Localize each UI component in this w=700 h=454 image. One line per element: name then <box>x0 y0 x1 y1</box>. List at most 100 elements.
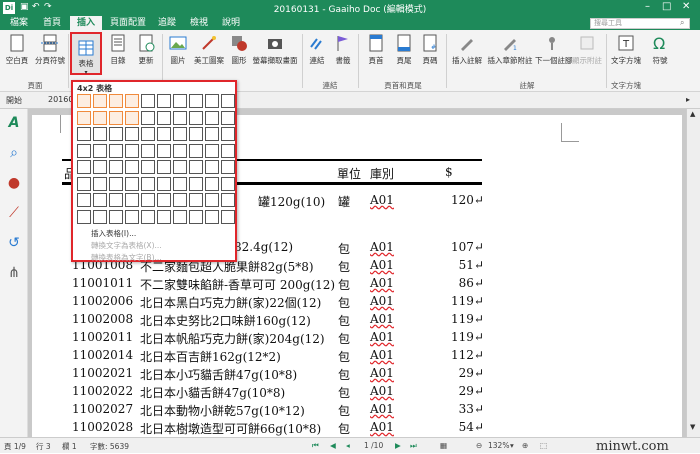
grid-cell[interactable] <box>173 193 187 207</box>
tab-track[interactable]: 追蹤 <box>153 16 181 30</box>
tab-insert[interactable]: 插入 <box>70 16 102 30</box>
grid-cell[interactable] <box>77 94 91 108</box>
grid-cell[interactable] <box>173 94 187 108</box>
start-tab[interactable]: 開始 <box>6 95 22 106</box>
grid-cell[interactable] <box>109 176 123 191</box>
grid-cell[interactable] <box>221 209 235 224</box>
grid-cell[interactable] <box>77 209 91 224</box>
grid-cell[interactable] <box>189 209 203 224</box>
maximize-icon[interactable]: □ <box>662 1 671 12</box>
search-icon[interactable]: ⌕ <box>680 18 684 28</box>
history-tool-icon[interactable]: ↺ <box>5 235 23 253</box>
grid-cell[interactable] <box>221 110 235 125</box>
text-tool-icon[interactable]: A <box>5 115 23 133</box>
scroll-down-icon[interactable]: ▼ <box>690 423 695 431</box>
grid-cell[interactable] <box>157 143 171 158</box>
screenshot-button[interactable]: 螢幕擷取畫面 <box>252 33 298 66</box>
tab-help[interactable]: 說明 <box>217 16 245 30</box>
grid-cell[interactable] <box>173 209 187 224</box>
grid-cell[interactable] <box>109 160 123 174</box>
last-page-icon[interactable]: ⏭ <box>410 441 417 451</box>
grid-cell[interactable] <box>157 176 171 191</box>
grid-cell[interactable] <box>173 127 187 141</box>
grid-cell[interactable] <box>109 94 123 108</box>
insert-endnote-button[interactable]: 1 插入章節附註 <box>487 33 533 66</box>
page-nav-input[interactable]: 1 /10 <box>364 441 383 450</box>
grid-cell[interactable] <box>157 209 171 224</box>
grid-cell[interactable] <box>205 110 219 125</box>
grid-cell[interactable] <box>109 209 123 224</box>
grid-cell[interactable] <box>205 193 219 207</box>
grid-cell[interactable] <box>221 143 235 158</box>
scroll-up-icon[interactable]: ▲ <box>690 110 695 118</box>
toc-button[interactable]: 目錄 <box>106 33 130 66</box>
grid-cell[interactable] <box>189 160 203 174</box>
grid-cell[interactable] <box>221 160 235 174</box>
grid-cell[interactable] <box>221 193 235 207</box>
grid-cell[interactable] <box>141 110 155 125</box>
minimize-icon[interactable]: – <box>645 1 650 12</box>
zoom-out-icon[interactable]: ⊖ <box>476 441 482 450</box>
grid-cell[interactable] <box>125 209 139 224</box>
tab-view[interactable]: 檢視 <box>185 16 213 30</box>
grid-cell[interactable] <box>141 176 155 191</box>
grid-cell[interactable] <box>205 176 219 191</box>
grid-cell[interactable] <box>125 193 139 207</box>
symbol-button[interactable]: Ω 符號 <box>648 33 672 66</box>
zoom-dropdown-icon[interactable]: ▾ <box>510 441 514 450</box>
clipart-button[interactable]: 美工圖案 <box>194 33 224 66</box>
grid-cell[interactable] <box>125 143 139 158</box>
grid-cell[interactable] <box>141 209 155 224</box>
grid-cell[interactable] <box>125 160 139 174</box>
grid-cell[interactable] <box>93 193 107 207</box>
grid-cell[interactable] <box>173 110 187 125</box>
grid-cell[interactable] <box>173 160 187 174</box>
grid-cell[interactable] <box>205 94 219 108</box>
next-footnote-button[interactable]: 下一個註腳 <box>535 33 573 66</box>
insert-comment-button[interactable]: 插入註解 <box>450 33 484 66</box>
grid-cell[interactable] <box>205 160 219 174</box>
grid-cell[interactable] <box>157 94 171 108</box>
picture-button[interactable]: 圖片 <box>166 33 190 66</box>
tab-layout[interactable]: 頁面配置 <box>106 16 150 30</box>
zoom-tool-icon[interactable]: ⌕ <box>5 145 23 163</box>
grid-cell[interactable] <box>125 94 139 108</box>
grid-cell[interactable] <box>141 143 155 158</box>
grid-cell[interactable] <box>77 143 91 158</box>
grid-cell[interactable] <box>189 110 203 125</box>
grid-cell[interactable] <box>93 127 107 141</box>
grid-cell[interactable] <box>221 94 235 108</box>
grid-cell[interactable] <box>109 193 123 207</box>
grid-cell[interactable] <box>93 209 107 224</box>
shape-button[interactable]: 圖形 <box>228 33 250 66</box>
blank-page-button[interactable]: 空白頁 <box>4 33 30 66</box>
insert-table-menu-item[interactable]: 插入表格(I)... <box>91 228 136 239</box>
page-break-button[interactable]: 分頁符號 <box>33 33 67 66</box>
hierarchy-tool-icon[interactable]: ⋔ <box>5 265 23 283</box>
page-number-button[interactable]: # 頁碼 <box>418 33 442 66</box>
grid-cell[interactable] <box>77 127 91 141</box>
tab-file[interactable]: 檔案 <box>4 16 34 30</box>
grid-cell[interactable] <box>77 193 91 207</box>
grid-cell[interactable] <box>141 127 155 141</box>
grid-cell[interactable] <box>173 176 187 191</box>
grid-cell[interactable] <box>189 176 203 191</box>
grid-cell[interactable] <box>189 143 203 158</box>
close-icon[interactable]: ✕ <box>682 1 690 12</box>
grid-cell[interactable] <box>157 110 171 125</box>
bookmark-button[interactable]: 書籤 <box>332 33 354 66</box>
grid-cell[interactable] <box>93 143 107 158</box>
panel-arrow-icon[interactable]: ▸ <box>686 95 690 104</box>
grid-cell[interactable] <box>93 94 107 108</box>
grid-cell[interactable] <box>77 110 91 125</box>
grid-cell[interactable] <box>109 110 123 125</box>
next-icon[interactable]: ▶ <box>395 441 401 450</box>
grid-cell[interactable] <box>189 127 203 141</box>
vertical-scrollbar[interactable]: ▲ ▼ <box>686 109 700 437</box>
grid-cell[interactable] <box>125 110 139 125</box>
update-button[interactable]: 更新 <box>134 33 158 66</box>
grid-cell[interactable] <box>141 193 155 207</box>
grid-cell[interactable] <box>141 94 155 108</box>
grid-cell[interactable] <box>189 94 203 108</box>
grid-cell[interactable] <box>93 176 107 191</box>
